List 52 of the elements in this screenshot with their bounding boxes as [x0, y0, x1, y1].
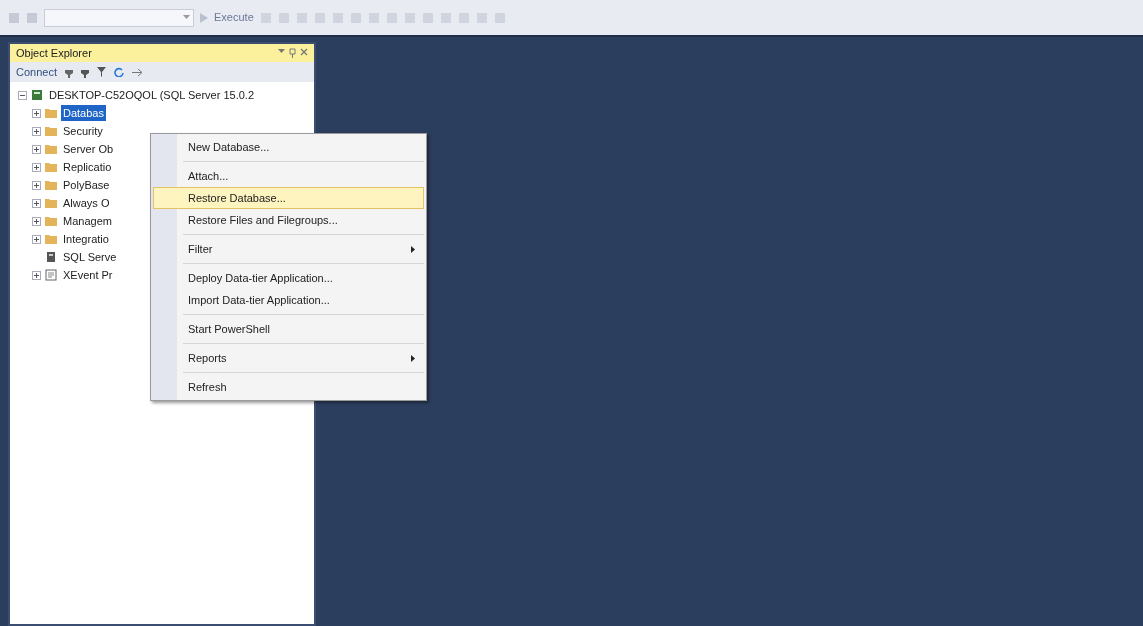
- refresh-icon[interactable]: [114, 67, 124, 77]
- tree-item[interactable]: Security: [61, 122, 105, 140]
- menu-item[interactable]: Restore Database...: [153, 187, 424, 209]
- folder-icon: [45, 180, 57, 190]
- folder-icon: [45, 126, 57, 136]
- menu-item[interactable]: Deploy Data-tier Application...: [153, 267, 424, 289]
- collapse-icon[interactable]: [18, 90, 27, 100]
- arrow-icon[interactable]: [132, 68, 143, 76]
- menu-item[interactable]: Attach...: [153, 165, 424, 187]
- tree-item[interactable]: DESKTOP-C52OQOL (SQL Server 15.0.2: [47, 86, 256, 104]
- folder-icon: [45, 198, 57, 208]
- menu-item[interactable]: New Database...: [153, 136, 424, 158]
- caret-icon: [183, 15, 190, 20]
- folder-icon: [45, 108, 57, 118]
- tree-item[interactable]: PolyBase: [61, 176, 112, 194]
- tree-item[interactable]: Replicatio: [61, 158, 114, 176]
- filter-icon[interactable]: [97, 67, 106, 77]
- folder-icon: [45, 162, 57, 172]
- menu-item[interactable]: Refresh: [153, 376, 424, 398]
- tree-item[interactable]: XEvent Pr: [61, 266, 115, 284]
- tree-item[interactable]: Always O: [61, 194, 112, 212]
- expand-icon[interactable]: [32, 270, 41, 280]
- panel-title: Object Explorer: [16, 45, 92, 61]
- tree-item[interactable]: Managem: [61, 212, 114, 230]
- connect-button[interactable]: Connect: [16, 63, 57, 81]
- pin-icon[interactable]: [289, 48, 296, 58]
- menu-item[interactable]: Restore Files and Filegroups...: [153, 209, 424, 231]
- menu-item[interactable]: Filter: [153, 238, 424, 260]
- folder-icon: [45, 144, 57, 154]
- tree-item[interactable]: SQL Serve: [61, 248, 119, 266]
- expand-icon[interactable]: [32, 162, 41, 172]
- expand-icon[interactable]: [32, 198, 41, 208]
- dropdown-caret-icon[interactable]: [278, 48, 285, 54]
- tree-item[interactable]: Integratio: [61, 230, 111, 248]
- expand-icon[interactable]: [32, 216, 41, 226]
- menu-item[interactable]: Reports: [153, 347, 424, 369]
- expand-icon[interactable]: [32, 144, 41, 154]
- expand-icon[interactable]: [32, 108, 41, 118]
- folder-icon: [45, 216, 57, 226]
- agent-icon: [45, 251, 57, 263]
- folder-icon: [45, 234, 57, 244]
- expand-icon[interactable]: [32, 180, 41, 190]
- tree-item[interactable]: Databas: [61, 104, 106, 122]
- tree-item[interactable]: Server Ob: [61, 140, 116, 158]
- close-icon[interactable]: [300, 48, 308, 56]
- menu-item[interactable]: Import Data-tier Application...: [153, 289, 424, 311]
- execute-button[interactable]: Execute: [214, 9, 254, 26]
- profiler-icon: [45, 269, 57, 281]
- menu-item[interactable]: Start PowerShell: [153, 318, 424, 340]
- expand-icon[interactable]: [32, 234, 41, 244]
- server-icon: [31, 89, 43, 101]
- expand-icon[interactable]: [32, 126, 41, 136]
